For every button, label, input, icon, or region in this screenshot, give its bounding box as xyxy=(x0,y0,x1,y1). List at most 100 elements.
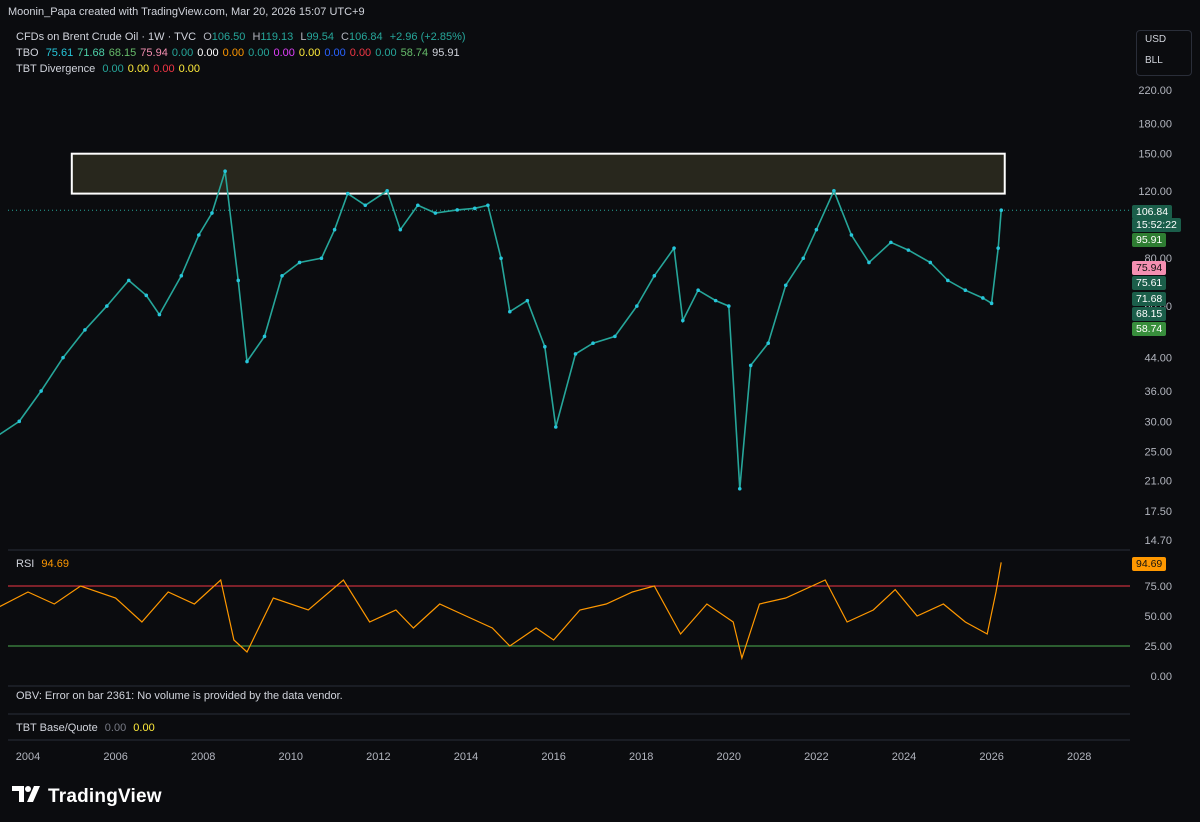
rsi-value: 94.69 xyxy=(41,558,69,570)
price-point xyxy=(672,246,676,250)
tradingview-logo[interactable]: TradingView xyxy=(12,786,162,808)
price-tag: 75.61 xyxy=(1132,276,1167,290)
tbo-value: 58.74 xyxy=(400,47,429,59)
price-point xyxy=(61,355,65,360)
price-point xyxy=(223,169,227,174)
price-point xyxy=(486,203,490,208)
symbol-legend[interactable]: CFDs on Brent Crude Oil · 1W · TVC O106.… xyxy=(16,31,470,43)
high-value: 119.13 xyxy=(260,31,294,43)
rsi-tick-label: 25.00 xyxy=(1144,641,1172,653)
x-tick-label: 2012 xyxy=(366,751,390,763)
price-tag: 106.84 xyxy=(1132,205,1173,219)
tbt-value: 0.00 xyxy=(178,63,201,75)
tbt-value: 0.00 xyxy=(153,63,175,75)
tbt-base-v2: 0.00 xyxy=(133,722,155,734)
close-label: C xyxy=(341,31,349,43)
price-point xyxy=(345,191,350,196)
price-point xyxy=(508,309,512,314)
price-point xyxy=(105,304,109,308)
chart-frame: Moonin_Papa created with TradingView.com… xyxy=(0,0,1200,822)
price-point xyxy=(801,256,806,261)
price-point xyxy=(963,288,968,293)
x-tick-label: 2022 xyxy=(804,751,828,763)
tbt-base-v1: 0.00 xyxy=(104,722,127,734)
price-point xyxy=(766,341,771,345)
price-line xyxy=(0,170,1002,489)
price-point xyxy=(737,486,742,491)
tbo-value: 0.00 xyxy=(197,47,219,59)
y-tick-label: 44.00 xyxy=(1144,353,1172,365)
x-tick-label: 2014 xyxy=(454,751,478,763)
unit-label[interactable]: BLL xyxy=(1137,52,1191,73)
resistance-zone xyxy=(70,152,1006,195)
price-point xyxy=(906,248,911,252)
price-point xyxy=(928,260,933,265)
tbo-legend[interactable]: TBO 75.61 71.68 68.15 75.94 0.00 0.00 0.00 0.00… xyxy=(16,47,464,59)
price-point xyxy=(591,341,595,345)
price-point xyxy=(946,278,950,283)
price-point xyxy=(525,298,530,303)
price-point xyxy=(832,189,836,193)
y-tick-label: 25.00 xyxy=(1144,447,1172,459)
tbt-value: 0.00 xyxy=(102,63,124,75)
price-point xyxy=(999,208,1004,212)
rsi-tick-label: 50.00 xyxy=(1144,611,1172,623)
price-point xyxy=(416,203,420,208)
rsi-label: RSI xyxy=(16,558,35,570)
price-point xyxy=(696,288,700,293)
price-point xyxy=(280,273,284,278)
tbo-value: 0.00 xyxy=(273,47,295,59)
price-point xyxy=(472,206,477,211)
tbo-value: 75.94 xyxy=(140,47,168,59)
rsi-tick-label: 0.00 xyxy=(1151,671,1172,683)
currency-label[interactable]: USD xyxy=(1137,31,1191,52)
price-point xyxy=(889,240,893,245)
tbo-label: TBO xyxy=(16,47,39,59)
y-tick-label: 120.00 xyxy=(1138,186,1172,198)
price-point xyxy=(433,211,438,215)
price-point xyxy=(197,233,201,237)
price-point xyxy=(989,301,994,306)
price-tag: 15:52:22 xyxy=(1132,218,1181,232)
x-tick-label: 2026 xyxy=(979,751,1003,763)
tbo-value: 0.00 xyxy=(298,47,321,59)
price-tag: 71.68 xyxy=(1132,292,1167,306)
price-point xyxy=(996,246,1000,250)
tbo-value: 0.00 xyxy=(375,47,397,59)
price-point xyxy=(144,293,149,298)
tbo-value: 0.00 xyxy=(324,47,346,59)
y-tick-label: 150.00 xyxy=(1138,149,1172,161)
price-point xyxy=(455,208,460,212)
tradingview-logo-text: TradingView xyxy=(48,786,162,807)
tbt-value: 0.00 xyxy=(127,63,150,75)
tbo-value: 68.15 xyxy=(108,47,137,59)
rsi-tag: 94.69 xyxy=(1132,557,1167,571)
price-point xyxy=(981,296,985,300)
price-point xyxy=(236,278,241,283)
tbt-base-legend[interactable]: TBT Base/Quote 0.00 0.00 xyxy=(16,722,155,734)
tbo-value: 95.91 xyxy=(432,47,460,59)
low-value: 99.54 xyxy=(306,31,334,43)
tbo-value: 0.00 xyxy=(349,47,372,59)
price-tag: 95.91 xyxy=(1132,233,1167,247)
price-point xyxy=(262,334,267,339)
x-tick-label: 2020 xyxy=(717,751,741,763)
tbo-value: 0.00 xyxy=(171,47,194,59)
price-point xyxy=(332,227,337,232)
y-tick-label: 14.70 xyxy=(1144,535,1172,547)
price-point xyxy=(499,256,503,261)
price-point xyxy=(297,260,302,265)
price-point xyxy=(713,298,718,303)
x-tick-label: 2016 xyxy=(541,751,565,763)
rsi-legend[interactable]: RSI 94.69 xyxy=(16,558,69,570)
symbol-name: CFDs on Brent Crude Oil · 1W · TVC xyxy=(16,31,197,43)
price-point xyxy=(681,318,685,323)
tbt-divergence-legend[interactable]: TBT Divergence 0.00 0.00 0.00 0.00 xyxy=(16,63,204,75)
open-label: O xyxy=(203,31,212,43)
price-point xyxy=(543,344,547,349)
tradingview-logo-icon xyxy=(12,786,42,808)
price-point xyxy=(635,304,639,308)
currency-unit-box[interactable]: USD BLL xyxy=(1136,30,1192,76)
price-point xyxy=(652,273,657,278)
y-tick-label: 36.00 xyxy=(1144,386,1172,398)
